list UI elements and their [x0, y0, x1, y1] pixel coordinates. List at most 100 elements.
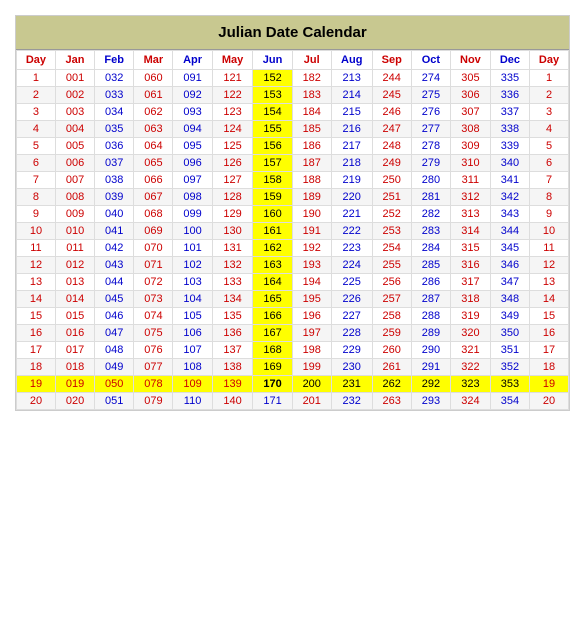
- month-value: 262: [372, 376, 411, 393]
- month-value: 035: [95, 121, 134, 138]
- month-value: 139: [212, 376, 253, 393]
- calendar-table: Day Jan Feb Mar Apr May Jun Jul Aug Sep …: [16, 50, 569, 410]
- month-value: 008: [55, 189, 94, 206]
- month-value: 320: [451, 325, 491, 342]
- table-row: 1301304407210313316419422525628631734713: [17, 274, 569, 291]
- month-value: 347: [490, 274, 529, 291]
- month-value: 137: [212, 342, 253, 359]
- month-value: 156: [253, 138, 292, 155]
- month-value: 185: [292, 121, 331, 138]
- day-number-right: 14: [530, 291, 569, 308]
- month-value: 152: [253, 70, 292, 87]
- month-value: 215: [331, 104, 372, 121]
- month-value: 284: [411, 240, 450, 257]
- month-value: 066: [134, 172, 173, 189]
- month-value: 128: [212, 189, 253, 206]
- day-number-right: 1: [530, 70, 569, 87]
- col-day-right: Day: [530, 51, 569, 70]
- month-value: 169: [253, 359, 292, 376]
- month-value: 162: [253, 240, 292, 257]
- month-value: 061: [134, 87, 173, 104]
- month-value: 350: [490, 325, 529, 342]
- month-value: 230: [331, 359, 372, 376]
- month-value: 107: [173, 342, 212, 359]
- day-number-left: 15: [17, 308, 56, 325]
- month-value: 069: [134, 223, 173, 240]
- month-value: 010: [55, 223, 94, 240]
- month-value: 246: [372, 104, 411, 121]
- month-value: 032: [95, 70, 134, 87]
- month-value: 138: [212, 359, 253, 376]
- month-value: 190: [292, 206, 331, 223]
- day-number-right: 8: [530, 189, 569, 206]
- month-value: 096: [173, 155, 212, 172]
- month-value: 124: [212, 121, 253, 138]
- month-value: 286: [411, 274, 450, 291]
- table-row: 90090400680991291601902212522823133439: [17, 206, 569, 223]
- table-row: 70070380660971271581882192502803113417: [17, 172, 569, 189]
- month-value: 094: [173, 121, 212, 138]
- month-value: 289: [411, 325, 450, 342]
- month-value: 290: [411, 342, 450, 359]
- month-value: 345: [490, 240, 529, 257]
- month-value: 253: [372, 223, 411, 240]
- table-row: 60060370650961261571872182492793103406: [17, 155, 569, 172]
- month-value: 047: [95, 325, 134, 342]
- col-jul: Jul: [292, 51, 331, 70]
- month-value: 005: [55, 138, 94, 155]
- month-value: 280: [411, 172, 450, 189]
- month-value: 220: [331, 189, 372, 206]
- col-jan: Jan: [55, 51, 94, 70]
- day-number-left: 4: [17, 121, 56, 138]
- month-value: 164: [253, 274, 292, 291]
- month-value: 194: [292, 274, 331, 291]
- month-value: 226: [331, 291, 372, 308]
- day-number-left: 5: [17, 138, 56, 155]
- table-row: 1801804907710813816919923026129132235218: [17, 359, 569, 376]
- day-number-right: 2: [530, 87, 569, 104]
- month-value: 136: [212, 325, 253, 342]
- month-value: 060: [134, 70, 173, 87]
- month-value: 036: [95, 138, 134, 155]
- col-day-left: Day: [17, 51, 56, 70]
- day-number-right: 10: [530, 223, 569, 240]
- month-value: 102: [173, 257, 212, 274]
- month-value: 075: [134, 325, 173, 342]
- day-number-right: 16: [530, 325, 569, 342]
- month-value: 281: [411, 189, 450, 206]
- month-value: 288: [411, 308, 450, 325]
- month-value: 106: [173, 325, 212, 342]
- month-value: 245: [372, 87, 411, 104]
- day-number-left: 1: [17, 70, 56, 87]
- month-value: 276: [411, 104, 450, 121]
- month-value: 342: [490, 189, 529, 206]
- month-value: 098: [173, 189, 212, 206]
- day-number-right: 13: [530, 274, 569, 291]
- month-value: 108: [173, 359, 212, 376]
- month-value: 317: [451, 274, 491, 291]
- month-value: 310: [451, 155, 491, 172]
- day-number-left: 2: [17, 87, 56, 104]
- table-row: 20020330610921221531832142452753063362: [17, 87, 569, 104]
- month-value: 004: [55, 121, 94, 138]
- month-value: 201: [292, 393, 331, 410]
- month-value: 103: [173, 274, 212, 291]
- month-value: 095: [173, 138, 212, 155]
- month-value: 134: [212, 291, 253, 308]
- month-value: 070: [134, 240, 173, 257]
- month-value: 189: [292, 189, 331, 206]
- month-value: 101: [173, 240, 212, 257]
- month-value: 221: [331, 206, 372, 223]
- month-value: 015: [55, 308, 94, 325]
- month-value: 091: [173, 70, 212, 87]
- month-value: 213: [331, 70, 372, 87]
- month-value: 275: [411, 87, 450, 104]
- month-value: 351: [490, 342, 529, 359]
- month-value: 305: [451, 70, 491, 87]
- month-value: 122: [212, 87, 253, 104]
- month-value: 076: [134, 342, 173, 359]
- col-sep: Sep: [372, 51, 411, 70]
- day-number-right: 3: [530, 104, 569, 121]
- month-value: 048: [95, 342, 134, 359]
- day-number-left: 17: [17, 342, 56, 359]
